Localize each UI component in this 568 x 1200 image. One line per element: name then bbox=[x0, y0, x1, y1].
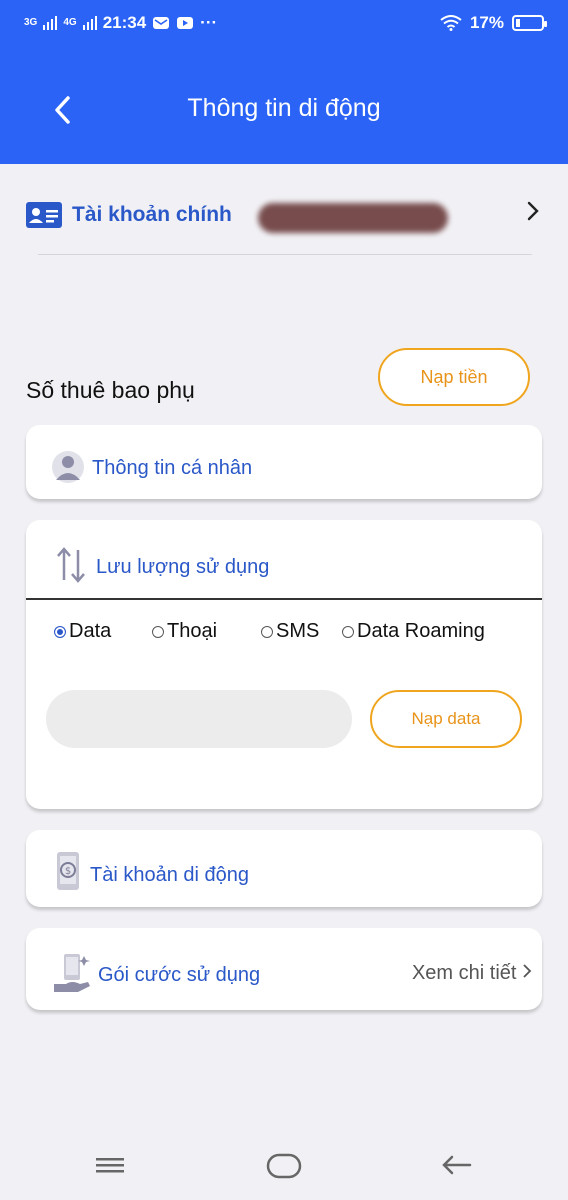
radio-unselected-icon bbox=[261, 625, 273, 638]
data-package-field[interactable] bbox=[46, 690, 352, 748]
network-3g-label: 3G bbox=[24, 17, 38, 28]
status-right: 17% bbox=[440, 13, 547, 33]
account-divider bbox=[38, 254, 532, 255]
more-notifications-icon: ··· bbox=[200, 13, 218, 32]
person-icon bbox=[52, 451, 84, 483]
home-icon bbox=[266, 1153, 302, 1179]
radio-unselected-icon bbox=[342, 625, 354, 638]
battery-fill bbox=[516, 19, 520, 27]
radio-voice[interactable]: Thoại bbox=[152, 620, 261, 643]
usage-card: Lưu lượng sử dụng Data Thoại SMS Data Ro… bbox=[26, 520, 542, 809]
topup-button[interactable]: Nạp tiền bbox=[378, 348, 530, 406]
money-phone-icon: $ bbox=[57, 852, 79, 890]
menu-icon bbox=[96, 1158, 124, 1173]
usage-label: Lưu lượng sử dụng bbox=[96, 556, 270, 578]
personal-info-label: Thông tin cá nhân bbox=[92, 457, 253, 479]
radio-unselected-icon bbox=[152, 625, 164, 638]
app-header: 3G 4G 21:34 ··· 17% Thông tin di động bbox=[0, 0, 568, 164]
battery-icon bbox=[512, 15, 547, 31]
signal-icon bbox=[43, 16, 58, 30]
radio-data-roaming[interactable]: Data Roaming bbox=[342, 620, 485, 643]
mail-icon bbox=[153, 17, 170, 29]
personal-info-card[interactable]: Thông tin cá nhân bbox=[26, 425, 542, 499]
network-4g: 4G bbox=[63, 18, 76, 28]
hand-phone-icon bbox=[54, 954, 90, 992]
wifi-icon bbox=[440, 15, 462, 31]
buy-data-button[interactable]: Nạp data bbox=[370, 690, 522, 748]
status-bar: 3G 4G 21:34 ··· 17% bbox=[0, 0, 568, 50]
id-card-icon bbox=[26, 202, 62, 228]
system-nav-bar bbox=[0, 1132, 568, 1200]
mobile-account-label: Tài khoản di động bbox=[90, 864, 250, 886]
main-account-row[interactable]: Tài khoản chính bbox=[26, 190, 546, 240]
radio-sms-label: SMS bbox=[276, 620, 320, 642]
back-nav-button[interactable] bbox=[438, 1150, 478, 1182]
up-down-arrows-icon bbox=[57, 547, 85, 583]
subscriber-title: Số thuê bao phụ bbox=[26, 377, 195, 403]
status-time: 21:34 bbox=[102, 13, 147, 32]
radio-sms[interactable]: SMS bbox=[261, 620, 342, 643]
usage-divider bbox=[26, 598, 542, 600]
radio-data-roaming-label: Data Roaming bbox=[357, 620, 485, 642]
radio-voice-label: Thoại bbox=[167, 620, 218, 642]
youtube-icon bbox=[177, 17, 194, 29]
signal-icon-2 bbox=[82, 16, 97, 30]
account-number-redacted bbox=[258, 203, 448, 233]
network-3g: 3G bbox=[24, 18, 37, 28]
page-title: Thông tin di động bbox=[187, 94, 381, 122]
svg-text:$: $ bbox=[65, 866, 71, 877]
status-left: 3G 4G 21:34 ··· bbox=[24, 13, 217, 33]
mobile-account-card[interactable]: $ Tài khoản di động bbox=[26, 830, 542, 907]
home-nav-button[interactable] bbox=[264, 1150, 304, 1182]
radio-data[interactable]: Data bbox=[54, 620, 152, 643]
network-4g-label: 4G bbox=[63, 17, 77, 28]
view-detail-label: Xem chi tiết bbox=[411, 962, 517, 984]
chevron-right-icon bbox=[522, 962, 532, 984]
menu-nav-button[interactable] bbox=[92, 1150, 132, 1182]
radio-data-label: Data bbox=[69, 620, 112, 642]
view-detail-link[interactable]: Xem chi tiết bbox=[412, 962, 532, 985]
back-arrow-icon bbox=[442, 1155, 472, 1175]
battery-percent: 17% bbox=[469, 13, 504, 32]
plan-label: Gói cước sử dụng bbox=[98, 964, 261, 986]
main-account-label: Tài khoản chính bbox=[72, 203, 232, 226]
plan-card[interactable]: Gói cước sử dụng Xem chi tiết bbox=[26, 928, 542, 1010]
radio-selected-icon bbox=[54, 625, 66, 638]
chevron-right-icon bbox=[526, 198, 540, 230]
usage-type-radio-group: Data Thoại SMS Data Roaming bbox=[54, 620, 485, 643]
